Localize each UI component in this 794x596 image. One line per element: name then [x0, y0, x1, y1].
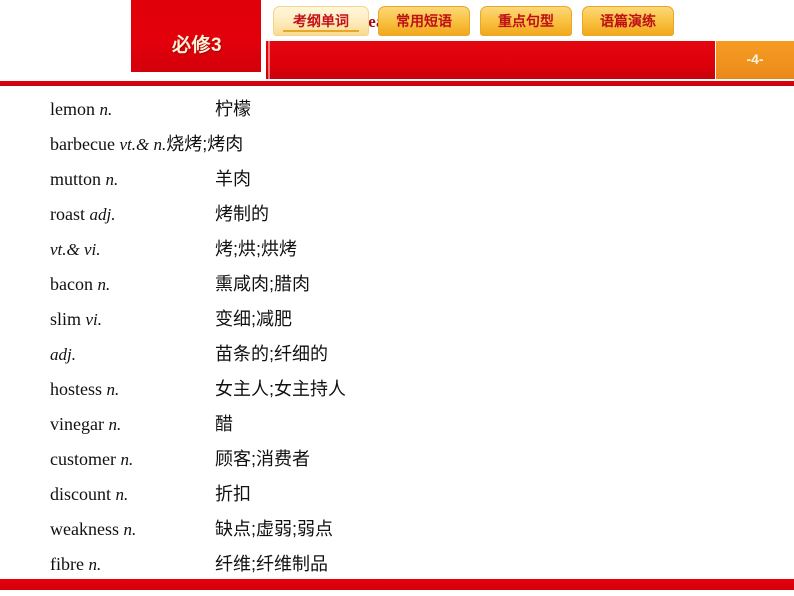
term-part-of-speech: adj.: [89, 205, 116, 224]
tab-label: 常用短语: [396, 13, 452, 29]
term-word: weakness: [50, 519, 119, 539]
vocabulary-row: slim vi. 变细;减肥: [0, 302, 794, 337]
term-part-of-speech: vt.& vi.: [50, 240, 101, 259]
vocabulary-term: lemon n.: [50, 92, 112, 127]
page-number-label: -4-: [746, 51, 764, 67]
footer-divider: [0, 579, 794, 590]
vocabulary-term: bacon n.: [50, 267, 110, 302]
vocabulary-row: hostess n. 女主人;女主持人: [0, 372, 794, 407]
tab-changyong-duanyu[interactable]: 常用短语: [378, 6, 470, 36]
vocabulary-row: vt.& vi. 烤;烘;烘烤: [0, 232, 794, 267]
vocabulary-term: vt.& vi.: [50, 232, 101, 267]
term-word: slim: [50, 309, 82, 329]
vocabulary-row: vinegar n. 醋: [0, 407, 794, 442]
vocabulary-definition: 纤维;纤维制品: [215, 554, 329, 574]
vocabulary-row: customer n. 顾客;消费者: [0, 442, 794, 477]
term-word: roast: [50, 204, 85, 224]
vocabulary-definition: 苗条的;纤细的: [215, 344, 329, 364]
vocabulary-term: discount n.: [50, 477, 128, 512]
term-word: customer: [50, 449, 116, 469]
vocabulary-term: mutton n.: [50, 162, 118, 197]
term-part-of-speech: n.: [108, 415, 122, 434]
vocabulary-term: slim vi.: [50, 302, 102, 337]
tab-yupian-yanlian[interactable]: 语篇演练: [582, 6, 674, 36]
book-volume-badge: 必修3: [131, 0, 263, 72]
vocabulary-definition: 羊肉: [215, 169, 251, 189]
book-volume-label: 必修3: [171, 35, 223, 56]
vocabulary-term: hostess n.: [50, 372, 119, 407]
page-header: 必修3 Unit 2 Healthy eating 考纲单词 常用短语 重点句型…: [0, 0, 794, 86]
term-part-of-speech: n.: [123, 520, 137, 539]
vocabulary-row: discount n. 折扣: [0, 477, 794, 512]
tab-zhongdian-juxing[interactable]: 重点句型: [480, 6, 572, 36]
term-part-of-speech: n.: [120, 450, 134, 469]
vocabulary-term: vinegar n.: [50, 407, 121, 442]
term-word: bacon: [50, 274, 93, 294]
vocabulary-term: weakness n.: [50, 512, 136, 547]
vocabulary-row: adj. 苗条的;纤细的: [0, 337, 794, 372]
term-word: discount: [50, 484, 111, 504]
term-word: hostess: [50, 379, 103, 399]
term-part-of-speech: vt.& n.: [119, 135, 167, 154]
term-word: barbecue: [50, 134, 115, 154]
vocabulary-row: roast adj. 烤制的: [0, 197, 794, 232]
vocabulary-row: fibre n. 纤维;纤维制品: [0, 547, 794, 582]
tab-label: 重点句型: [498, 13, 554, 29]
vocabulary-row: barbecue vt.& n.烧烤;烤肉: [0, 127, 794, 162]
tab-bar: [266, 41, 715, 79]
vocabulary-definition: 女主人;女主持人: [215, 379, 347, 399]
vocabulary-row: lemon n. 柠檬: [0, 92, 794, 127]
vocabulary-definition: 醋: [215, 414, 233, 434]
term-part-of-speech: n.: [115, 485, 129, 504]
term-word: lemon: [50, 99, 95, 119]
vocabulary-definition: 烤制的: [215, 204, 269, 224]
page-number-badge: -4-: [716, 41, 794, 79]
vocabulary-term: barbecue vt.& n.: [50, 134, 166, 154]
vocabulary-definition: 顾客;消费者: [215, 449, 311, 469]
term-part-of-speech: vi.: [85, 310, 103, 329]
vocabulary-definition: 柠檬: [215, 99, 251, 119]
term-word: vinegar: [50, 414, 104, 434]
active-tab-underline: [283, 30, 359, 32]
header-divider: [0, 81, 794, 86]
vocabulary-definition: 折扣: [215, 484, 251, 504]
tab-label: 语篇演练: [600, 13, 656, 29]
vocabulary-definition: 缺点;虚弱;弱点: [215, 519, 334, 539]
term-word: fibre: [50, 554, 84, 574]
tab-kaogang-danci[interactable]: 考纲单词: [273, 6, 369, 36]
term-part-of-speech: n.: [97, 275, 111, 294]
term-part-of-speech: adj.: [50, 345, 76, 364]
vocabulary-term: fibre n.: [50, 547, 101, 582]
term-word: mutton: [50, 169, 102, 189]
vocabulary-definition: 烧烤;烤肉: [166, 134, 244, 154]
vocabulary-definition: 烤;烘;烘烤: [215, 239, 298, 259]
vocabulary-row: weakness n. 缺点;虚弱;弱点: [0, 512, 794, 547]
term-part-of-speech: n.: [88, 555, 102, 574]
tab-label: 考纲单词: [293, 13, 349, 29]
vocabulary-list: lemon n. 柠檬 barbecue vt.& n.烧烤;烤肉 mutton n.…: [0, 92, 794, 582]
vocabulary-term: adj.: [50, 337, 76, 372]
vocabulary-definition: 熏咸肉;腊肉: [215, 274, 311, 294]
term-part-of-speech: n.: [106, 380, 120, 399]
vocabulary-row: bacon n. 熏咸肉;腊肉: [0, 267, 794, 302]
term-part-of-speech: n.: [99, 100, 113, 119]
vocabulary-row: mutton n. 羊肉: [0, 162, 794, 197]
vocabulary-definition: 变细;减肥: [215, 309, 293, 329]
vocabulary-term: customer n.: [50, 442, 133, 477]
term-part-of-speech: n.: [105, 170, 119, 189]
vocabulary-term: roast adj.: [50, 197, 115, 232]
